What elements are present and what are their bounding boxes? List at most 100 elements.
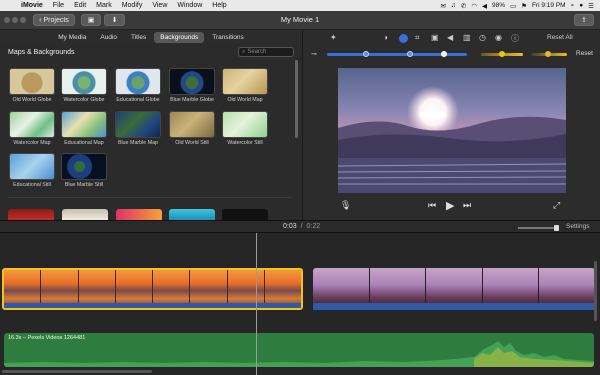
menu-list-icon[interactable]: ☰ xyxy=(588,2,594,10)
timecode: 0:03 / 0:22 xyxy=(283,223,320,230)
user-icon[interactable]: ● xyxy=(579,2,583,9)
saturation-handle[interactable] xyxy=(499,51,505,57)
menu-edit[interactable]: Edit xyxy=(69,2,91,9)
browser-scrollbar[interactable] xyxy=(295,60,298,138)
flag-icon[interactable]: ⚑ xyxy=(521,2,527,10)
fullscreen-icon[interactable]: ⤢ xyxy=(553,200,560,211)
window-minimize-icon[interactable] xyxy=(12,17,18,23)
info-icon[interactable]: ⓘ xyxy=(511,33,519,44)
share-button[interactable]: ⇪ xyxy=(574,14,594,26)
menu-app[interactable]: iMovie xyxy=(16,2,48,9)
clip-old-world-still[interactable]: Old World Still xyxy=(168,111,216,146)
clip-partial-2[interactable] xyxy=(62,209,108,220)
clip-label: Watercolor Still xyxy=(227,140,263,146)
crop-icon[interactable]: ⌗ xyxy=(415,33,420,43)
menu-window[interactable]: Window xyxy=(172,2,207,9)
speed-icon[interactable]: ◷ xyxy=(479,33,486,42)
tab-titles[interactable]: Titles xyxy=(125,32,152,43)
dropper-icon[interactable]: ⊸ xyxy=(311,50,317,58)
status-area: ✉ ♫ ✆ ◠ ◀ 98% ▭ ⚑ Fri 9:19 PM ⌕ ● ☰ xyxy=(441,2,600,10)
audio-clip[interactable]: 16.3s – Pexels Videos 1264481 xyxy=(4,333,594,367)
music-icon[interactable]: ♫ xyxy=(451,2,456,9)
clip-label: Blue Marble Globe xyxy=(170,97,214,103)
voiceover-mic-icon[interactable]: 🎙 xyxy=(340,200,351,211)
mail-icon[interactable]: ✉ xyxy=(441,2,446,10)
clip-thumbnail xyxy=(169,111,215,138)
clip-label: Blue Marble Still xyxy=(64,182,104,188)
clock[interactable]: Fri 9:19 PM xyxy=(532,2,566,9)
noise-reduction-icon[interactable]: ▥ xyxy=(463,33,471,42)
clip-old-world-globe[interactable]: Old World Globe xyxy=(8,68,56,103)
clip-partial-3[interactable] xyxy=(116,209,162,220)
import-button[interactable]: ⬇ xyxy=(104,14,125,26)
clip-partial-1[interactable] xyxy=(8,209,54,220)
clip-partial-5[interactable] xyxy=(222,209,268,220)
stabilization-icon[interactable]: ▣ xyxy=(431,33,439,42)
notification-icon[interactable]: ✆ xyxy=(461,2,466,10)
wifi-icon[interactable]: ◠ xyxy=(471,2,477,10)
color-balance-icon[interactable]: ◑ xyxy=(383,33,388,42)
menu-help[interactable]: Help xyxy=(207,2,231,9)
projects-button[interactable]: ‹ Projects xyxy=(33,14,75,26)
battery-icon[interactable]: ▭ xyxy=(510,2,516,10)
clip-thumbnail xyxy=(169,68,215,95)
menu-mark[interactable]: Mark xyxy=(91,2,117,9)
search-input[interactable]: ⌕ Search xyxy=(238,47,294,57)
menu-modify[interactable]: Modify xyxy=(117,2,148,9)
clip-watercolor-map[interactable]: Watercolor Map xyxy=(8,111,56,146)
saturation-slider[interactable] xyxy=(481,51,523,57)
tab-backgrounds[interactable]: Backgrounds xyxy=(154,31,205,43)
video-preview[interactable] xyxy=(338,68,566,193)
media-view-button[interactable]: ▣ xyxy=(81,14,101,26)
clip-watercolor-globe[interactable]: Watercolor Globe xyxy=(60,68,108,103)
window-close-icon[interactable] xyxy=(4,17,10,23)
playhead[interactable] xyxy=(256,233,257,375)
menu-file[interactable]: File xyxy=(48,2,69,9)
clip-blue-marble-still[interactable]: Blue Marble Still xyxy=(60,153,108,188)
zoom-handle[interactable] xyxy=(554,225,559,231)
timeline-scrollbar-h[interactable] xyxy=(2,370,152,373)
window-zoom-icon[interactable] xyxy=(20,17,26,23)
settings-button[interactable]: Settings xyxy=(566,223,590,230)
clip-label: Blue Marble Map xyxy=(117,140,159,146)
clip-old-world-map[interactable]: Old World Map xyxy=(221,68,269,103)
clip-blue-marble-globe[interactable]: Blue Marble Globe xyxy=(168,68,216,103)
tab-my-media[interactable]: My Media xyxy=(52,32,92,43)
timeline-scrollbar-v[interactable] xyxy=(594,261,597,321)
tab-audio[interactable]: Audio xyxy=(94,32,123,43)
media-view-icon: ▣ xyxy=(87,17,95,24)
menu-view[interactable]: View xyxy=(147,2,172,9)
play-icon[interactable]: ▶ xyxy=(446,199,454,212)
clip-label: Watercolor Globe xyxy=(63,97,105,103)
tab-transitions[interactable]: Transitions xyxy=(206,32,250,43)
magic-wand-icon[interactable]: ✦ xyxy=(330,33,337,42)
video-frame-image xyxy=(338,68,566,193)
clip-label: Educational Map xyxy=(64,140,104,146)
clip-partial-4[interactable] xyxy=(169,209,215,220)
multicolor-slider[interactable] xyxy=(327,51,467,57)
media-browser: Maps & Backgrounds ⌕ Search Old World Gl… xyxy=(0,44,302,220)
slider-handle-2[interactable] xyxy=(407,51,413,57)
clip-filter-icon[interactable]: ◉ xyxy=(495,33,502,42)
clip-educational-map[interactable]: Educational Map xyxy=(60,111,108,146)
clip-thumbnail xyxy=(9,153,55,180)
temperature-slider[interactable] xyxy=(531,51,567,57)
clip-blue-marble-map[interactable]: Blue Marble Map xyxy=(114,111,162,146)
color-correction-icon[interactable] xyxy=(399,34,408,43)
clip-label: Educational Still xyxy=(13,182,51,188)
clip-educational-still[interactable]: Educational Still xyxy=(8,153,56,188)
skip-forward-icon[interactable]: ⏭ xyxy=(463,200,471,211)
clip-watercolor-still[interactable]: Watercolor Still xyxy=(221,111,269,146)
clip-educational-globe[interactable]: Educational Globe xyxy=(114,68,162,103)
zoom-slider[interactable] xyxy=(518,225,559,231)
volume-icon[interactable]: ◀ xyxy=(482,2,487,10)
volume-icon[interactable]: ◀ xyxy=(447,33,453,42)
reset-all-button[interactable]: Reset All xyxy=(547,34,573,41)
viewer: ✦ ◑ ⌗ ▣ ◀ ▥ ◷ ◉ ⓘ Reset All ⊸ Reset 🎙 ⏮ … xyxy=(302,30,600,220)
reset-button[interactable]: Reset xyxy=(576,50,593,57)
slider-handle-1[interactable] xyxy=(363,51,369,57)
temperature-handle[interactable] xyxy=(545,51,551,57)
spotlight-icon[interactable]: ⌕ xyxy=(571,2,575,10)
skip-back-icon[interactable]: ⏮ xyxy=(428,200,436,211)
slider-handle-3[interactable] xyxy=(441,51,447,57)
